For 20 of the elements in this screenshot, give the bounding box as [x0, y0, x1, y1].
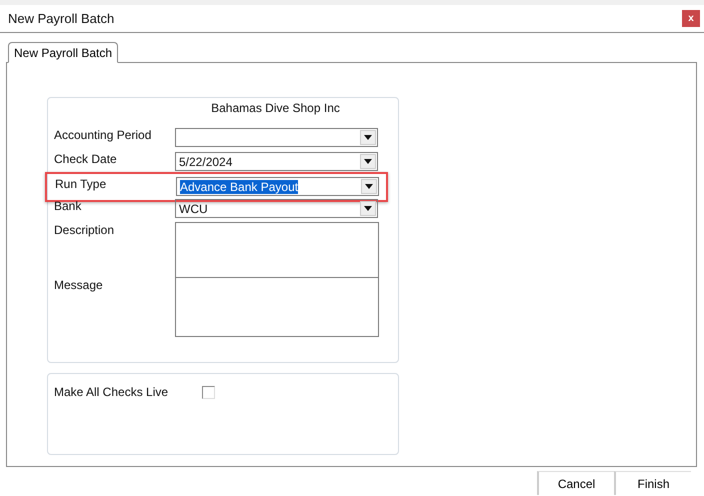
window-title: New Payroll Batch	[8, 11, 114, 26]
finish-button[interactable]: Finish	[614, 471, 691, 495]
dropdown-field[interactable]: 5/22/2024	[175, 152, 378, 171]
field-label: Description	[54, 223, 116, 237]
dropdown-field[interactable]: WCU	[175, 199, 378, 218]
field-label: Message	[54, 278, 104, 292]
text-area[interactable]	[175, 277, 379, 337]
checkbox[interactable]	[202, 386, 215, 398]
checkbox-label: Make All Checks Live	[54, 385, 170, 399]
company-name: Bahamas Dive Shop Inc	[211, 101, 340, 115]
field-label: Run Type	[55, 177, 108, 191]
text-area[interactable]	[175, 222, 379, 278]
dropdown-field[interactable]: Advance Bank Payout	[176, 177, 379, 196]
close-button[interactable]: x	[682, 10, 700, 27]
field-label: Check Date	[54, 152, 118, 166]
field-label: Bank	[54, 199, 82, 213]
tab[interactable]: New Payroll Batch	[8, 42, 118, 63]
dropdown-field[interactable]	[175, 128, 378, 147]
cancel-button[interactable]: Cancel	[537, 471, 614, 495]
field-label: Accounting Period	[54, 128, 152, 142]
